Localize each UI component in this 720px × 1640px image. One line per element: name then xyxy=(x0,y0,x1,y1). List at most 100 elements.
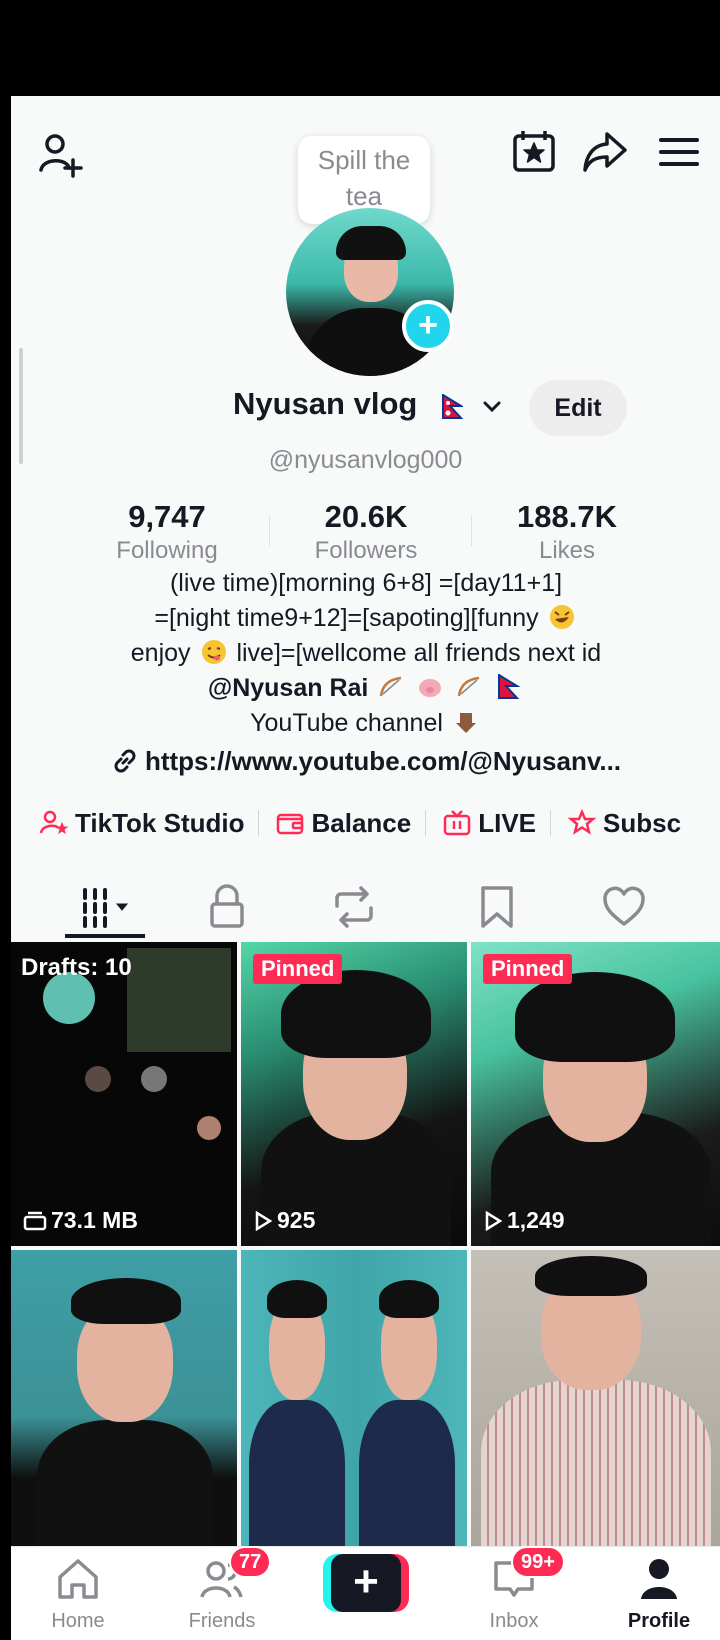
view-count: 1,249 xyxy=(483,1207,565,1234)
bio-mention[interactable]: @Nyusan Rai xyxy=(208,674,369,702)
share-icon[interactable] xyxy=(581,130,629,174)
nav-home[interactable]: Home xyxy=(23,1557,133,1633)
likes-stat[interactable]: 188.7K Likes xyxy=(477,498,657,566)
bow-arrow-emoji-icon xyxy=(380,676,402,697)
shortcut-row: TikTok Studio Balance LIVE Subsc xyxy=(39,808,720,848)
chevron-down-icon[interactable] xyxy=(481,396,503,418)
tab-videos[interactable] xyxy=(79,882,139,932)
followers-label: Followers xyxy=(314,537,418,564)
wallet-icon xyxy=(277,813,304,835)
following-count: 9,747 xyxy=(128,499,206,534)
nav-label: Profile xyxy=(627,1610,691,1632)
nav-profile[interactable]: Profile xyxy=(604,1557,714,1633)
draft-thumb xyxy=(197,1116,221,1140)
video-tile[interactable]: Pinned 925 xyxy=(241,942,467,1246)
link-text: https://www.youtube.com/@Nyusanv... xyxy=(144,746,622,776)
subscription-shortcut[interactable]: Subsc xyxy=(567,808,681,839)
name-row: Nyusan vlog Edit xyxy=(11,380,720,436)
shortcut-label: Subsc xyxy=(603,808,682,838)
bio-line: YouTube channel xyxy=(250,709,443,737)
profile-link[interactable]: https://www.youtube.com/@Nyusanv... xyxy=(31,746,701,777)
bookmark-icon xyxy=(481,886,513,928)
add-story-plus-icon[interactable]: + xyxy=(402,300,454,352)
draft-thumb xyxy=(85,1066,111,1092)
calendar-star-icon[interactable] xyxy=(511,128,557,174)
tab-reposts[interactable] xyxy=(329,882,389,932)
bio-line: (live time)[morning 6+8] =[day11+1] xyxy=(169,569,563,597)
play-icon xyxy=(255,1210,273,1232)
bow-arrow-emoji-icon xyxy=(457,676,480,697)
pinned-badge: Pinned xyxy=(483,954,573,984)
rofl-emoji-icon xyxy=(549,605,574,629)
bubble-text: Spill the tea xyxy=(317,145,411,211)
edit-profile-button[interactable]: Edit xyxy=(529,380,627,436)
pig-emoji-icon xyxy=(419,679,442,697)
draft-thumb xyxy=(127,948,231,1052)
link-icon xyxy=(114,749,136,773)
drafts-size: 73.1 MB xyxy=(23,1207,138,1234)
pointing-down-emoji-icon xyxy=(455,713,476,733)
nav-label: Home xyxy=(51,1610,105,1632)
home-icon xyxy=(58,1559,98,1599)
shortcut-label: TikTok Studio xyxy=(75,808,245,838)
nepal-flag-icon xyxy=(498,674,521,699)
profile-icon xyxy=(641,1559,677,1599)
followers-stat[interactable]: 20.6K Followers xyxy=(276,498,456,566)
pinned-badge: Pinned xyxy=(253,954,343,984)
likes-count: 188.7K xyxy=(517,499,617,534)
tab-private[interactable] xyxy=(207,882,267,932)
draft-thumb xyxy=(141,1066,167,1092)
storage-icon xyxy=(23,1211,47,1231)
tiktok-studio-shortcut[interactable]: TikTok Studio xyxy=(39,808,244,839)
create-button[interactable]: + xyxy=(323,1554,409,1612)
profile-handle: @nyusanvlog000 xyxy=(268,446,463,474)
grid-dropdown-icon xyxy=(83,888,129,928)
stat-divider xyxy=(471,516,472,546)
content-tabs xyxy=(11,876,720,938)
live-shortcut[interactable]: LIVE xyxy=(442,808,536,839)
view-count: 925 xyxy=(253,1207,315,1234)
plus-icon: + xyxy=(331,1554,401,1612)
nav-label: Inbox xyxy=(489,1610,539,1632)
followers-count: 20.6K xyxy=(324,499,408,534)
menu-icon[interactable] xyxy=(657,132,701,172)
bio-line: =[night time9+12]=[sapoting][funny xyxy=(154,604,539,632)
nav-label: Friends xyxy=(188,1610,256,1632)
friends-notification-badge: 77 xyxy=(229,1546,272,1578)
tab-favorites[interactable] xyxy=(477,882,537,932)
drafts-tile[interactable]: Drafts: 10 73.1 MB xyxy=(11,942,237,1246)
following-label: Following xyxy=(116,537,218,564)
shortcut-divider xyxy=(258,810,260,836)
likes-label: Likes xyxy=(538,537,596,564)
nepal-flag-icon xyxy=(442,394,463,419)
shortcut-label: LIVE xyxy=(478,808,537,838)
video-tile[interactable] xyxy=(11,1250,237,1554)
balance-shortcut[interactable]: Balance xyxy=(275,808,411,839)
tab-liked[interactable] xyxy=(601,882,661,932)
live-tv-icon xyxy=(443,810,471,836)
star-heart-icon xyxy=(567,808,597,835)
profile-name: Nyusan vlog xyxy=(233,386,418,421)
play-icon xyxy=(485,1210,503,1232)
shortcut-divider xyxy=(550,810,552,836)
video-tile[interactable] xyxy=(241,1250,467,1554)
following-stat[interactable]: 9,747 Following xyxy=(77,498,257,566)
stat-divider xyxy=(269,516,270,546)
repost-icon xyxy=(335,886,373,928)
yum-emoji-icon xyxy=(201,640,226,664)
shortcut-label: Balance xyxy=(311,808,412,838)
bio-line: enjoy xyxy=(130,639,191,667)
inbox-notification-badge: 99+ xyxy=(511,1546,565,1578)
drafts-label: Drafts: 10 xyxy=(21,954,132,981)
add-friend-icon[interactable] xyxy=(37,130,87,180)
person-star-icon xyxy=(39,810,69,835)
profile-bio: (live time)[morning 6+8] =[day11+1] =[ni… xyxy=(31,566,701,741)
shortcut-divider xyxy=(425,810,427,836)
heart-icon xyxy=(603,886,645,926)
video-tile[interactable]: Pinned 1,249 xyxy=(471,942,720,1246)
lock-icon xyxy=(210,884,244,928)
video-tile[interactable] xyxy=(471,1250,720,1554)
profile-screen: Spill the tea + Nyusan vlog Edit @nyusan… xyxy=(11,96,720,1640)
active-tab-indicator xyxy=(65,934,145,938)
bio-line: live]=[wellcome all friends next id xyxy=(236,639,602,667)
